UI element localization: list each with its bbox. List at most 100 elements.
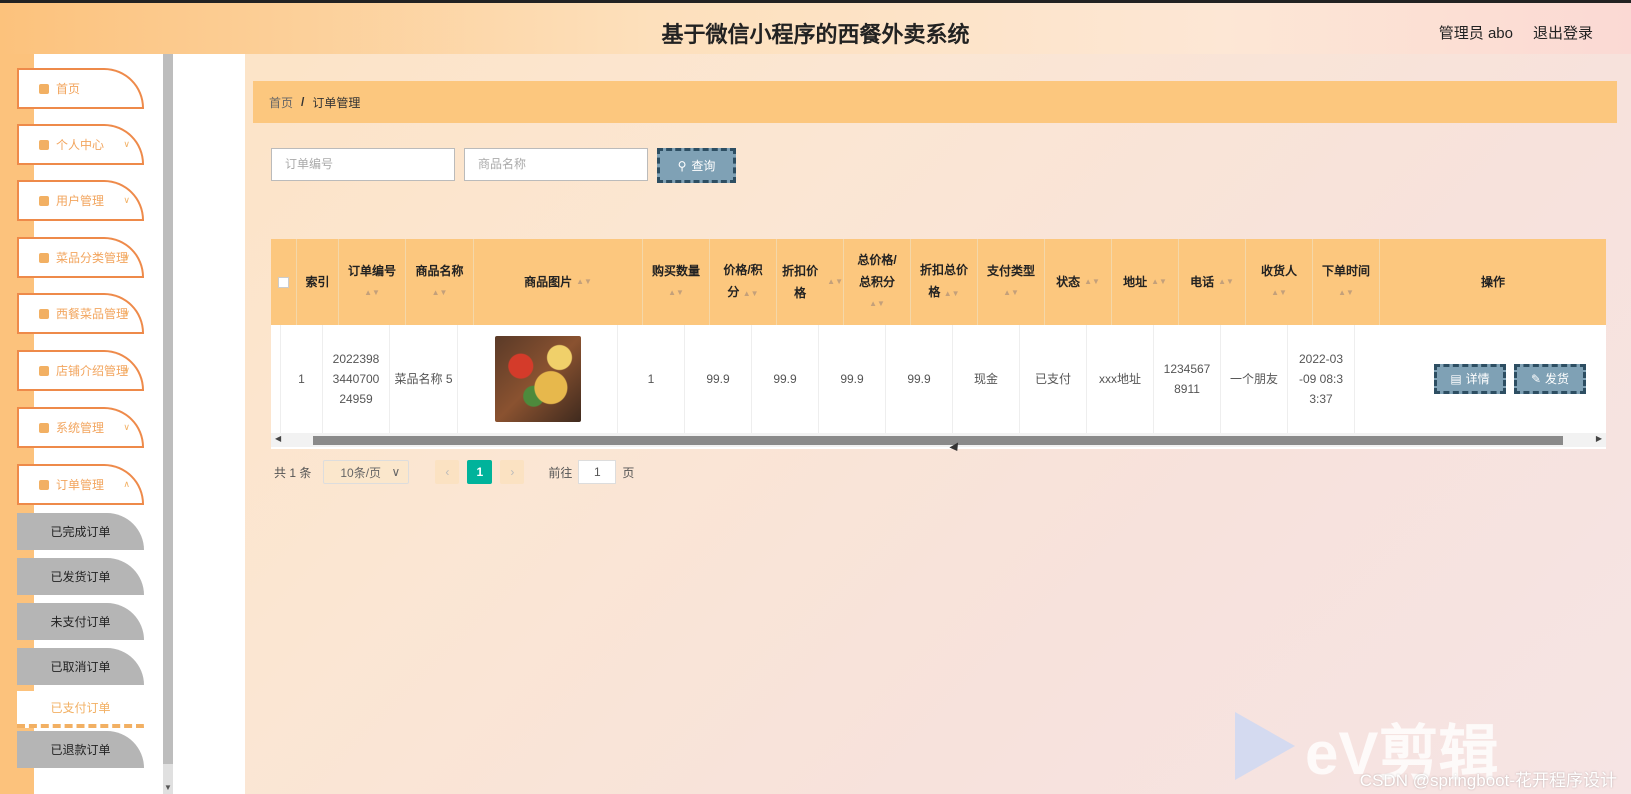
- clipboard-icon: [39, 308, 49, 319]
- sub-item-shipped[interactable]: 已发货订单: [17, 558, 144, 595]
- col-header-discount-price[interactable]: 折扣价格 ▲▼: [777, 239, 844, 325]
- sidebar-item-western-dish[interactable]: 西餐菜品管理 ∨: [17, 293, 144, 334]
- col-header-actions: 操作: [1380, 239, 1606, 325]
- user-icon: [39, 479, 49, 490]
- ship-button-label: 发货: [1545, 372, 1570, 386]
- sidebar-item-users[interactable]: 用户管理 ∨: [17, 180, 144, 221]
- header-label-2: 分: [727, 285, 740, 299]
- page-number-current[interactable]: 1: [467, 460, 493, 484]
- col-header-discount-total[interactable]: 折扣总价格 ▲▼: [911, 239, 978, 325]
- col-header-goods-image[interactable]: 商品图片 ▲▼: [474, 239, 643, 325]
- col-header-status[interactable]: 状态 ▲▼: [1045, 239, 1112, 325]
- col-header-address[interactable]: 地址 ▲▼: [1112, 239, 1179, 325]
- col-header-order-time[interactable]: 下单时间 ▲▼: [1313, 239, 1380, 325]
- sort-icon[interactable]: ▲▼: [432, 282, 448, 304]
- header-label: 商品图片: [524, 275, 573, 289]
- scroll-right-icon[interactable]: ▶: [1596, 434, 1602, 443]
- user-icon: [39, 139, 49, 150]
- header-label: 下单时间: [1321, 264, 1370, 278]
- breadcrumb-home[interactable]: 首页: [269, 94, 293, 111]
- cell-index: 1: [281, 325, 323, 433]
- sidebar-scroll-thumb[interactable]: [163, 54, 173, 764]
- header-label-2: 总积分: [858, 275, 895, 289]
- detail-button[interactable]: ▤ 详情: [1434, 364, 1506, 394]
- cell-phone: 1234567 8911: [1154, 325, 1221, 433]
- table-scroll-thumb[interactable]: [313, 436, 1563, 445]
- goods-name-input[interactable]: 商品名称: [464, 148, 648, 181]
- document-icon: ▤: [1450, 372, 1462, 386]
- chevron-up-icon: ∧: [123, 479, 130, 489]
- sort-icon[interactable]: ▲▼: [1271, 282, 1287, 304]
- cell-total-price: 99.9: [819, 325, 886, 433]
- sort-icon[interactable]: ▲▼: [944, 289, 960, 298]
- col-header-receiver[interactable]: 收货人 ▲▼: [1246, 239, 1313, 325]
- sort-icon[interactable]: ▲▼: [668, 282, 684, 304]
- sidebar-scrollbar[interactable]: ▼: [163, 54, 173, 794]
- sidebar-item-label: 首页: [56, 82, 81, 96]
- sort-icon[interactable]: ▲▼: [1151, 271, 1167, 293]
- sub-item-cancelled[interactable]: 已取消订单: [17, 648, 144, 685]
- header-label: 收货人: [1260, 264, 1297, 278]
- grid-icon: [39, 422, 49, 433]
- admin-user-label[interactable]: 管理员 abo: [1439, 22, 1513, 43]
- col-header-index[interactable]: 索引: [297, 239, 339, 325]
- select-all-checkbox-cell: [271, 239, 297, 325]
- col-header-order-no[interactable]: 订单编号 ▲▼: [339, 239, 406, 325]
- grid-icon: [39, 365, 49, 376]
- select-all-checkbox[interactable]: [278, 276, 289, 288]
- sort-icon[interactable]: ▲▼: [1218, 271, 1234, 293]
- sidebar-item-shop-intro[interactable]: 店铺介绍管理 ∨: [17, 350, 144, 391]
- sidebar-item-system[interactable]: 系统管理 ∨: [17, 407, 144, 448]
- col-header-quantity[interactable]: 购买数量 ▲▼: [643, 239, 710, 325]
- row-checkbox-cell[interactable]: [271, 325, 281, 433]
- chevron-down-icon: ∨: [123, 422, 130, 432]
- page-size-select[interactable]: 10条/页 ∨: [323, 460, 410, 484]
- sort-icon[interactable]: ▲▼: [827, 271, 843, 293]
- ship-button[interactable]: ✎ 发货: [1514, 364, 1586, 394]
- query-button[interactable]: ⚲ 查询: [657, 148, 736, 183]
- pagination: 共 1 条 10条/页 ∨ ‹ 1 › 前往 1 页: [274, 460, 634, 484]
- sort-icon[interactable]: ▲▼: [576, 271, 592, 293]
- header-label: 购买数量: [651, 264, 700, 278]
- order-no-input[interactable]: 订单编号: [271, 148, 455, 181]
- cell-receiver: 一个朋友: [1221, 325, 1288, 433]
- sidebar-item-profile[interactable]: 个人中心 ∨: [17, 124, 144, 165]
- scroll-left-icon[interactable]: ◀: [275, 434, 281, 443]
- sub-item-completed[interactable]: 已完成订单: [17, 513, 144, 550]
- sub-item-unpaid[interactable]: 未支付订单: [17, 603, 144, 640]
- sidebar-item-label: 用户管理: [56, 194, 105, 208]
- sub-item-paid[interactable]: 已支付订单: [17, 691, 144, 728]
- sidebar-item-label: 订单管理: [56, 478, 105, 492]
- sort-icon[interactable]: ▲▼: [1003, 282, 1019, 304]
- edit-icon: ✎: [1530, 372, 1542, 386]
- sub-item-refunded[interactable]: 已退款订单: [17, 731, 144, 768]
- sidebar-item-label: 店铺介绍管理: [56, 364, 129, 378]
- col-header-pay-type[interactable]: 支付类型 ▲▼: [978, 239, 1045, 325]
- sidebar-item-home[interactable]: 首页: [17, 68, 144, 109]
- csdn-watermark: CSDN @springboot-花开程序设计: [1359, 771, 1617, 790]
- cell-goods-name: 菜品名称 5: [390, 325, 458, 433]
- cell-goods-image: [458, 325, 618, 433]
- col-header-price[interactable]: 价格/积分 ▲▼: [710, 239, 777, 325]
- sort-icon[interactable]: ▲▼: [1084, 271, 1100, 293]
- sort-icon[interactable]: ▲▼: [869, 293, 885, 315]
- cell-address: xxx地址: [1087, 325, 1154, 433]
- next-page-button[interactable]: ›: [500, 460, 525, 484]
- col-header-phone[interactable]: 电话 ▲▼: [1179, 239, 1246, 325]
- table-horizontal-scrollbar[interactable]: ◀ ▶: [271, 433, 1606, 447]
- sort-icon[interactable]: ▲▼: [743, 289, 759, 298]
- sort-icon[interactable]: ▲▼: [364, 282, 380, 304]
- sort-icon[interactable]: ▲▼: [1338, 282, 1354, 304]
- goto-label: 前往: [548, 465, 573, 480]
- table-header: 索引 订单编号 ▲▼ 商品名称 ▲▼ 商品图片 ▲▼ 购买数量 ▲▼ 价格/积分 ▲▼ …: [271, 239, 1606, 325]
- col-header-total-price[interactable]: 总价格/总积分 ▲▼: [844, 239, 911, 325]
- prev-page-button[interactable]: ‹: [435, 460, 460, 484]
- breadcrumb-separator: /: [301, 95, 305, 109]
- logout-link[interactable]: 退出登录: [1533, 22, 1593, 43]
- goto-page-input[interactable]: 1: [578, 460, 617, 484]
- goods-image[interactable]: [494, 336, 581, 422]
- sidebar-item-dish-category[interactable]: 菜品分类管理 ∨: [17, 237, 144, 278]
- scroll-down-icon[interactable]: ▼: [164, 783, 172, 792]
- col-header-goods-name[interactable]: 商品名称 ▲▼: [406, 239, 474, 325]
- sidebar-item-orders[interactable]: 订单管理 ∧: [17, 464, 144, 505]
